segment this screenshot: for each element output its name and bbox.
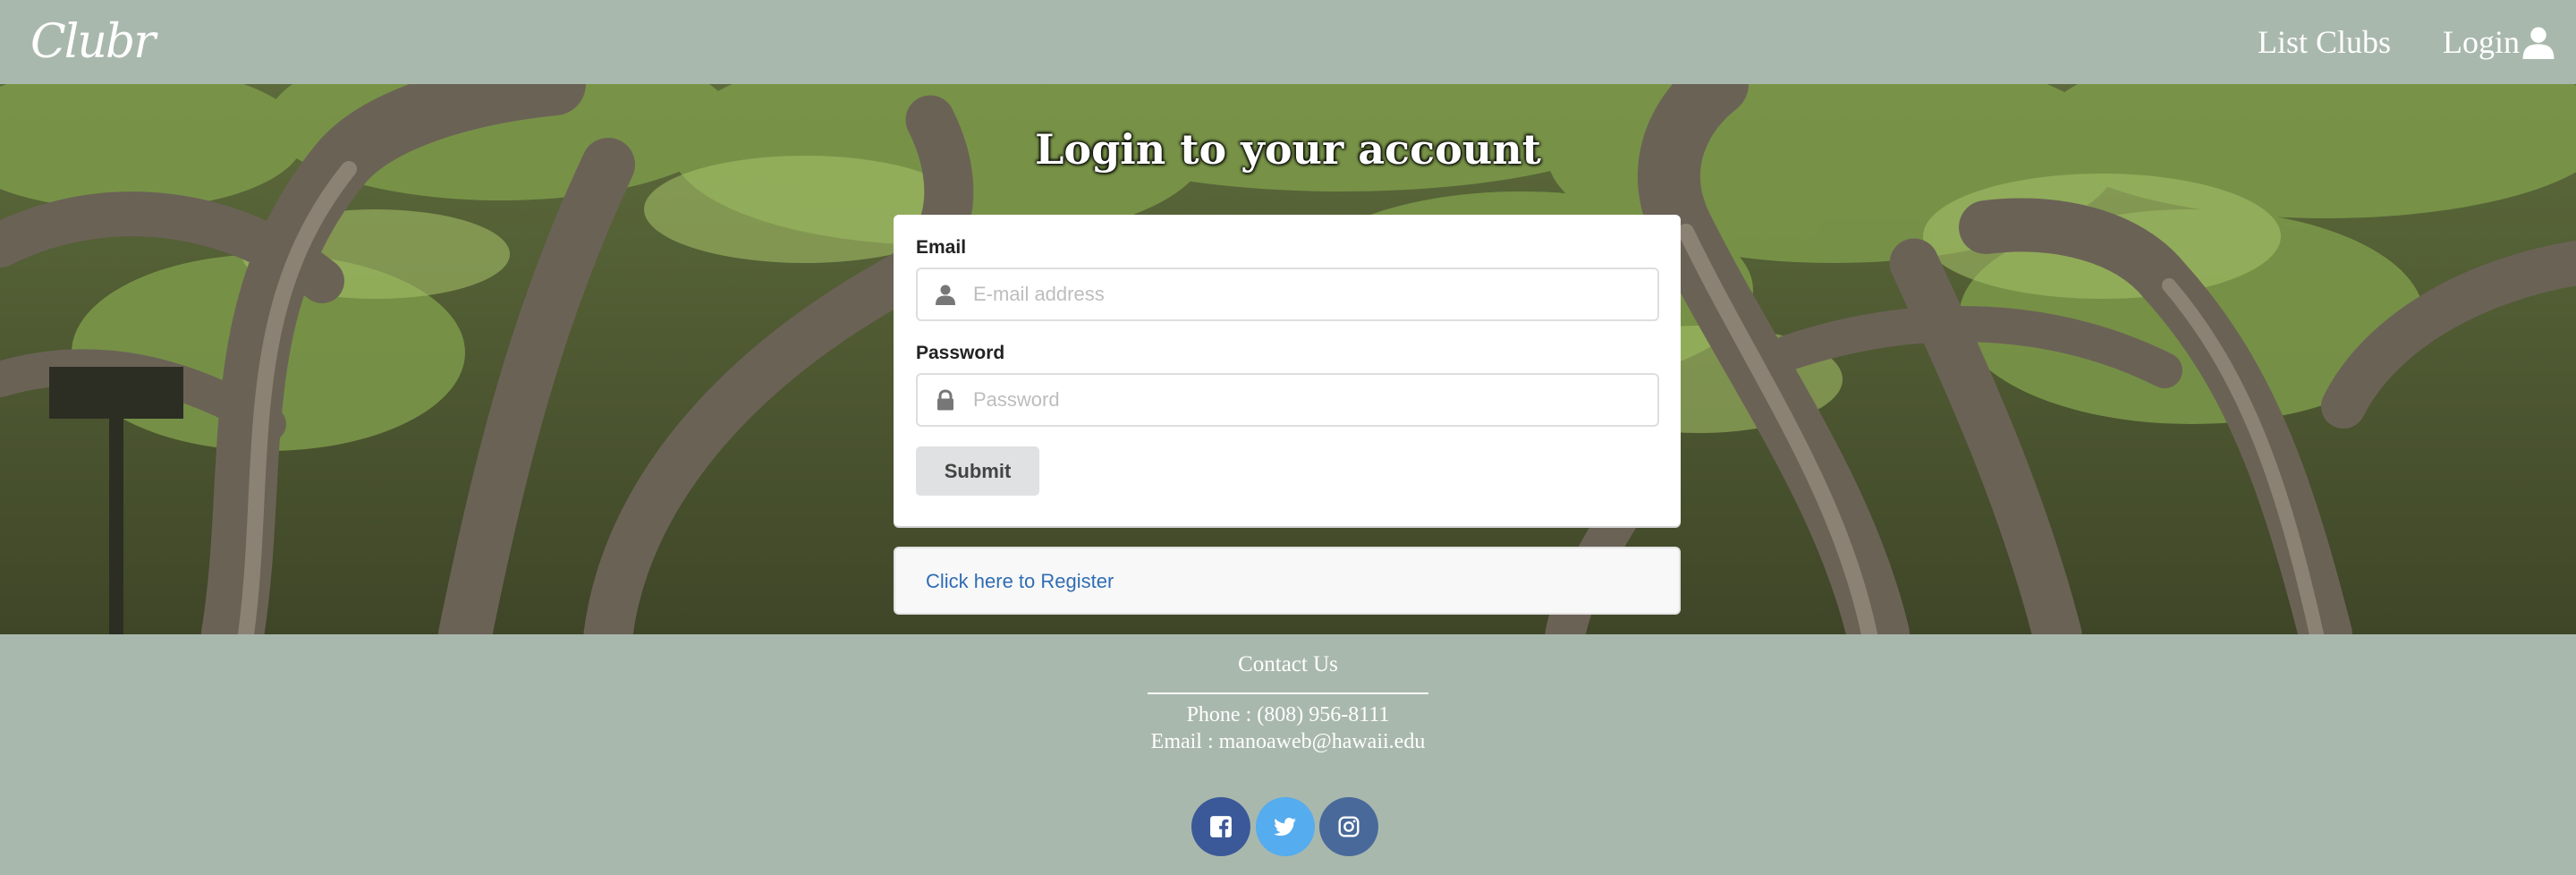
contact-divider xyxy=(1148,692,1428,694)
nav-login[interactable]: Login xyxy=(2443,21,2555,63)
navbar: Clubr List Clubs Login xyxy=(0,0,2576,84)
login-form: Email Password Submit xyxy=(894,215,1681,526)
email-field[interactable] xyxy=(971,269,1651,319)
password-field[interactable] xyxy=(971,375,1651,425)
password-label: Password xyxy=(916,343,1005,363)
page-title: Login to your account xyxy=(1035,125,1541,174)
nav-login-label: Login xyxy=(2443,24,2520,60)
contact-phone: Phone : (808) 956-8111 xyxy=(1186,703,1390,726)
register-message: Click here to Register xyxy=(894,547,1681,615)
password-field-wrapper xyxy=(916,373,1659,427)
contact-email: Email : manoaweb@hawaii.edu xyxy=(1150,730,1426,753)
user-icon xyxy=(936,285,955,305)
twitter-icon xyxy=(1274,818,1296,837)
user-icon xyxy=(2522,27,2555,59)
instagram-button[interactable] xyxy=(1319,797,1378,856)
email-label: Email xyxy=(916,237,967,258)
footer: Contact Us Phone : (808) 956-8111 Email … xyxy=(0,634,2576,875)
instagram-icon xyxy=(1338,816,1360,837)
nav-list-clubs[interactable]: List Clubs xyxy=(2258,21,2391,63)
email-field-wrapper xyxy=(916,268,1659,321)
submit-button[interactable]: Submit xyxy=(916,446,1039,496)
lock-icon xyxy=(937,389,953,411)
facebook-icon xyxy=(1210,816,1232,837)
brand-logo[interactable]: Clubr xyxy=(30,11,156,73)
facebook-button[interactable] xyxy=(1191,797,1250,856)
contact-title: Contact Us xyxy=(1238,652,1338,676)
register-link[interactable]: Click here to Register xyxy=(926,570,1114,593)
hero-background: Login to your account Email Password Sub… xyxy=(0,84,2576,634)
twitter-button[interactable] xyxy=(1256,797,1315,856)
